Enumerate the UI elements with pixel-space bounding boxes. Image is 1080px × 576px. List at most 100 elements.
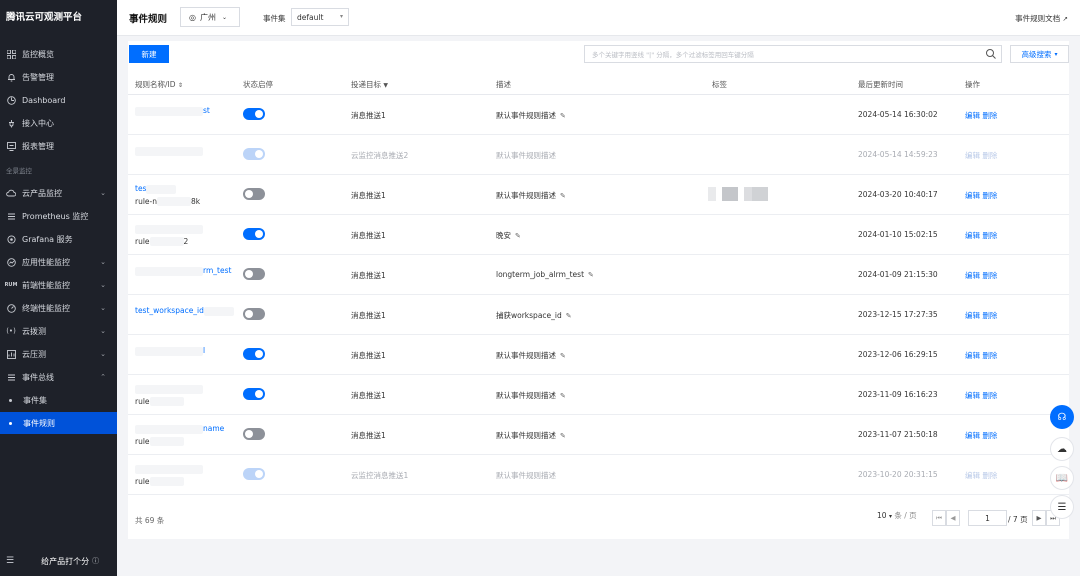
target-cell: 消息推送1 [351, 271, 386, 280]
rule-name-link[interactable]: test_workspace_id [135, 306, 204, 315]
support-button[interactable]: ☊ [1050, 405, 1074, 429]
nav-item-eventbus[interactable]: 事件总线 ⌃ [0, 366, 117, 388]
delete-link[interactable]: 删除 [982, 111, 997, 120]
list-button[interactable]: ☰ [1050, 495, 1074, 519]
feedback-link[interactable]: 给产品打个分 [41, 556, 89, 567]
pencil-icon[interactable]: ✎ [560, 112, 566, 120]
updated-time: 2024-01-10 15:02:15 [858, 230, 938, 239]
sidebar-footer: ☰ 给产品打个分 ⓘ [0, 546, 117, 576]
docs-button[interactable]: 📖 [1050, 466, 1074, 490]
cloud-icon: ☁ [1057, 443, 1067, 455]
cloud-assistant-button[interactable]: ☁ [1050, 437, 1074, 461]
th-ops: 操作 [965, 80, 980, 89]
search-icon[interactable] [985, 48, 997, 60]
delete-link[interactable]: 删除 [982, 431, 997, 440]
first-page-button[interactable]: ⏮ [932, 510, 946, 526]
delete-link[interactable]: 删除 [982, 271, 997, 280]
nav-item-report[interactable]: 报表管理 [0, 135, 117, 157]
page-size-select[interactable]: 10 ▾ 条 / 页 [877, 510, 917, 521]
edit-link[interactable]: 编辑 [965, 431, 980, 440]
chevron-down-icon: ⌄ [100, 304, 106, 312]
new-button[interactable]: 新建 [129, 45, 169, 63]
ops-cell: 编辑 删除 [965, 190, 997, 201]
pencil-icon[interactable]: ✎ [560, 192, 566, 200]
nav-item-event-rule[interactable]: 事件规则 [0, 412, 117, 434]
th-name[interactable]: 规则名称/ID ⇕ [135, 79, 183, 90]
edit-link[interactable]: 编辑 [965, 191, 980, 200]
nav-item-grafana[interactable]: Grafana 服务 [0, 228, 117, 250]
delete-link[interactable]: 删除 [982, 231, 997, 240]
rule-name-suffix[interactable]: st [203, 106, 210, 115]
caret-down-icon: ▾ [1054, 50, 1058, 58]
status-toggle[interactable] [243, 348, 265, 360]
nav-item-dashboard[interactable]: Dashboard [0, 89, 117, 111]
nav-item-event-set[interactable]: 事件集 [0, 389, 117, 411]
nav-item-dial[interactable]: (•) 云拨测 ⌄ [0, 320, 117, 342]
edit-link[interactable]: 编辑 [965, 391, 980, 400]
delete-link[interactable]: 删除 [982, 311, 997, 320]
next-page-button[interactable]: ▶ [1032, 510, 1046, 526]
nav-item-alarm[interactable]: 告警管理 [0, 66, 117, 88]
th-label: 规则名称/ID [135, 80, 176, 89]
th-status: 状态启停 [243, 80, 273, 89]
nav-item-integration[interactable]: 接入中心 [0, 112, 117, 134]
th-target[interactable]: 投递目标 ▼ [351, 79, 388, 90]
desc-text: 默认事件规则描述 [496, 151, 556, 160]
pencil-icon[interactable]: ✎ [560, 392, 566, 400]
rule-name-suffix[interactable]: name [203, 424, 224, 433]
nav-item-terminal[interactable]: 终端性能监控 ⌄ [0, 297, 117, 319]
pencil-icon[interactable]: ✎ [560, 352, 566, 360]
nav-item-rum[interactable]: RUM 前端性能监控 ⌄ [0, 274, 117, 296]
nav-item-pressure[interactable]: 云压测 ⌄ [0, 343, 117, 365]
doc-link[interactable]: 事件规则文档 ↗ [1015, 13, 1068, 24]
edit-link[interactable]: 编辑 [965, 351, 980, 360]
edit-link[interactable]: 编辑 [965, 231, 980, 240]
rule-name-suffix[interactable]: rm_test [203, 266, 231, 275]
table-row: test_workspace_id 消息推送1 捕获workspace_id ✎ 202… [128, 295, 1069, 335]
page-number-input[interactable]: 1 [968, 510, 1007, 526]
status-toggle[interactable] [243, 228, 265, 240]
info-icon: ⓘ [92, 557, 100, 565]
search-input[interactable]: 多个关键字用竖线 "|" 分隔，多个过滤标签用回车键分隔 [584, 45, 1002, 63]
rule-name-cell: st [135, 106, 210, 116]
edit-link[interactable]: 编辑 [965, 311, 980, 320]
status-toggle[interactable] [243, 388, 265, 400]
caret-down-icon: ▾ [888, 513, 892, 520]
rule-name-cell: l [135, 346, 205, 356]
ops-cell: 编辑 删除 [965, 270, 997, 281]
region-label: 广州 [199, 12, 216, 22]
rule-name-suffix[interactable]: l [203, 346, 205, 355]
nav-item-apm[interactable]: 应用性能监控 ⌄ [0, 251, 117, 273]
advanced-search-button[interactable]: 高级搜索 ▾ [1010, 45, 1069, 63]
status-toggle[interactable] [243, 188, 265, 200]
search-placeholder: 多个关键字用竖线 "|" 分隔，多个过滤标签用回车键分隔 [592, 51, 754, 59]
status-toggle[interactable] [243, 308, 265, 320]
rules-panel: 新建 多个关键字用竖线 "|" 分隔，多个过滤标签用回车键分隔 高级搜索 ▾ 规… [128, 41, 1069, 539]
prev-page-button[interactable]: ◀ [946, 510, 960, 526]
delete-link[interactable]: 删除 [982, 191, 997, 200]
pencil-icon[interactable]: ✎ [588, 271, 594, 279]
rule-id: rule [135, 396, 150, 406]
status-toggle[interactable] [243, 108, 265, 120]
target-cell: 消息推送1 [351, 231, 386, 240]
nav-item-cloud-product[interactable]: 云产品监控 ⌄ [0, 182, 117, 204]
status-toggle[interactable] [243, 428, 265, 440]
nav-item-prometheus[interactable]: Prometheus 监控 [0, 205, 117, 227]
status-toggle[interactable] [243, 268, 265, 280]
th-updated: 最后更新时间 [858, 80, 903, 89]
delete-link[interactable]: 删除 [982, 391, 997, 400]
page-size-value: 10 [877, 511, 887, 520]
pencil-icon[interactable]: ✎ [560, 432, 566, 440]
delete-link[interactable]: 删除 [982, 351, 997, 360]
rule-name-link[interactable]: tes [135, 184, 146, 193]
edit-link[interactable]: 编辑 [965, 111, 980, 120]
pencil-icon[interactable]: ✎ [515, 232, 521, 240]
pencil-icon[interactable]: ✎ [566, 312, 572, 320]
event-set-select[interactable]: default ▾ [291, 8, 349, 26]
region-selector[interactable]: ◎ 广州 ⌄ [180, 7, 240, 27]
nav-item-overview[interactable]: 监控概览 [0, 43, 117, 65]
top-bar: 事件规则 ◎ 广州 ⌄ 事件集 default ▾ 事件规则文档 ↗ [117, 0, 1080, 36]
edit-link[interactable]: 编辑 [965, 271, 980, 280]
nav-label: 告警管理 [22, 72, 54, 82]
menu-collapse-icon[interactable]: ☰ [6, 556, 14, 566]
